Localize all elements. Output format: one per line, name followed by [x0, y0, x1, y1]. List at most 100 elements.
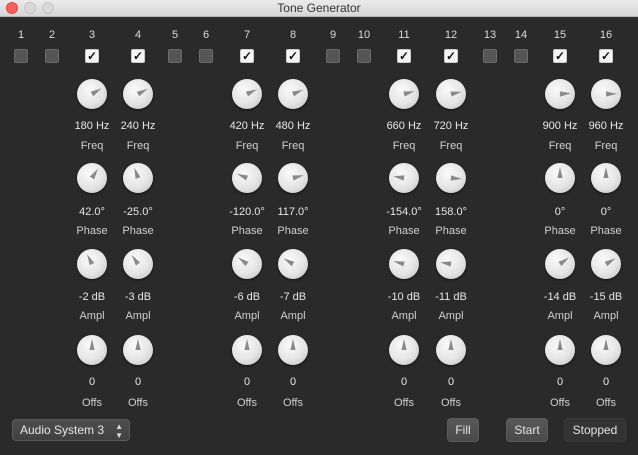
knob-pointer-icon	[448, 339, 454, 350]
freq-label: Freq	[281, 140, 305, 152]
channel-number: 6	[202, 29, 210, 41]
offs-label: Offs	[128, 397, 148, 409]
channel-15-freq-knob[interactable]	[545, 79, 575, 109]
channel-12-ampl-value: -11 dB	[435, 291, 467, 303]
channel-16-phase-knob[interactable]	[591, 163, 621, 193]
channel-7-freq-knob[interactable]	[232, 79, 262, 109]
channel-11-ampl-knob[interactable]	[389, 249, 419, 279]
checkmark-icon: ✓	[600, 49, 612, 63]
channel-number: 4	[134, 29, 142, 41]
channel-8-phase-knob[interactable]	[278, 163, 308, 193]
phase-label: Phase	[590, 225, 622, 237]
channel-15-offs-knob[interactable]	[545, 335, 575, 365]
channel-8-freq-value: 480 Hz	[275, 120, 311, 132]
knob-pointer-icon	[245, 89, 257, 97]
checkmark-icon: ✓	[132, 49, 144, 63]
channel-4-ampl-knob[interactable]	[123, 249, 153, 279]
channel-16-offs-value: 0	[602, 376, 610, 388]
channel-number: 13	[483, 29, 497, 41]
channel-11-freq-knob[interactable]	[389, 79, 419, 109]
knob-pointer-icon	[603, 339, 609, 350]
popup-arrows-icon: ▲ ▼	[115, 422, 123, 440]
channel-12-freq-value: 720 Hz	[433, 120, 469, 132]
channel-11-enable-checkbox[interactable]: ✓	[397, 49, 411, 63]
channel-3-ampl-knob[interactable]	[77, 249, 107, 279]
channel-number: 1	[17, 29, 25, 41]
channel-number: 12	[444, 29, 458, 41]
knob-pointer-icon	[558, 257, 569, 267]
knob-pointer-icon	[559, 91, 571, 97]
channel-9-enable-checkbox[interactable]	[326, 49, 340, 63]
channel-3-enable-checkbox[interactable]: ✓	[85, 49, 99, 63]
channel-8-offs-knob[interactable]	[278, 335, 308, 365]
channel-4-enable-checkbox[interactable]: ✓	[131, 49, 145, 63]
channel-11-phase-knob[interactable]	[389, 163, 419, 193]
channel-3-offs-knob[interactable]	[77, 335, 107, 365]
channel-12-enable-checkbox[interactable]: ✓	[444, 49, 458, 63]
channel-10-enable-checkbox[interactable]	[357, 49, 371, 63]
channel-16-enable-checkbox[interactable]: ✓	[599, 49, 613, 63]
channel-12-freq-knob[interactable]	[436, 79, 466, 109]
channel-15-phase-knob[interactable]	[545, 163, 575, 193]
channel-6-enable-checkbox[interactable]	[199, 49, 213, 63]
freq-label: Freq	[594, 140, 618, 152]
freq-label: Freq	[126, 140, 150, 152]
channel-4-ampl-value: -3 dB	[124, 291, 152, 303]
channel-16-freq-value: 960 Hz	[588, 120, 624, 132]
channel-7-phase-knob[interactable]	[232, 163, 262, 193]
channel-number: 11	[398, 29, 410, 41]
channel-11-offs-knob[interactable]	[389, 335, 419, 365]
channel-8-ampl-value: -7 dB	[279, 291, 307, 303]
channel-16-ampl-value: -15 dB	[589, 291, 623, 303]
knob-pointer-icon	[292, 89, 304, 97]
channel-4-phase-knob[interactable]	[123, 163, 153, 193]
channel-7-offs-knob[interactable]	[232, 335, 262, 365]
window-title: Tone Generator	[277, 1, 361, 15]
fill-button[interactable]: Fill	[447, 418, 479, 442]
knob-pointer-icon	[393, 175, 405, 181]
channel-5-enable-checkbox[interactable]	[168, 49, 182, 63]
channel-number: 3	[88, 29, 96, 41]
knob-pointer-icon	[89, 168, 98, 180]
checkmark-icon: ✓	[554, 49, 566, 63]
channel-3-freq-knob[interactable]	[77, 79, 107, 109]
checkmark-icon: ✓	[398, 49, 410, 63]
channel-15-enable-checkbox[interactable]: ✓	[553, 49, 567, 63]
channel-7-enable-checkbox[interactable]: ✓	[240, 49, 254, 63]
knob-pointer-icon	[87, 254, 95, 266]
knob-pointer-icon	[403, 91, 415, 97]
channel-3-phase-knob[interactable]	[77, 163, 107, 193]
channel-13-enable-checkbox[interactable]	[483, 49, 497, 63]
channel-4-freq-knob[interactable]	[123, 79, 153, 109]
channel-2-enable-checkbox[interactable]	[45, 49, 59, 63]
channel-number: 5	[171, 29, 179, 41]
channel-16-freq-knob[interactable]	[591, 79, 621, 109]
channel-12-phase-knob[interactable]	[436, 163, 466, 193]
channel-7-ampl-knob[interactable]	[232, 249, 262, 279]
channel-8-enable-checkbox[interactable]: ✓	[286, 49, 300, 63]
checkmark-icon: ✓	[445, 49, 457, 63]
channel-4-offs-knob[interactable]	[123, 335, 153, 365]
channel-8-ampl-knob[interactable]	[278, 249, 308, 279]
start-button[interactable]: Start	[506, 418, 548, 442]
channel-16-ampl-knob[interactable]	[591, 249, 621, 279]
channel-number: 7	[243, 29, 251, 41]
knob-pointer-icon	[292, 175, 304, 181]
channel-1-enable-checkbox[interactable]	[14, 49, 28, 63]
channel-16-offs-knob[interactable]	[591, 335, 621, 365]
knob-pointer-icon	[290, 339, 296, 350]
channel-4-freq-value: 240 Hz	[120, 120, 156, 132]
phase-label: Phase	[277, 225, 309, 237]
checkmark-icon: ✓	[241, 49, 253, 63]
channel-12-offs-knob[interactable]	[436, 335, 466, 365]
knob-pointer-icon	[604, 258, 616, 267]
knob-pointer-icon	[131, 255, 141, 266]
offs-label: Offs	[441, 397, 461, 409]
channel-8-freq-knob[interactable]	[278, 79, 308, 109]
audio-device-select[interactable]: Audio System 3 ▲ ▼	[12, 419, 130, 441]
channel-12-phase-value: 158.0°	[435, 206, 467, 218]
channel-15-ampl-knob[interactable]	[545, 249, 575, 279]
channel-12-ampl-knob[interactable]	[436, 249, 466, 279]
channel-14-enable-checkbox[interactable]	[514, 49, 528, 63]
channel-number: 8	[289, 29, 297, 41]
